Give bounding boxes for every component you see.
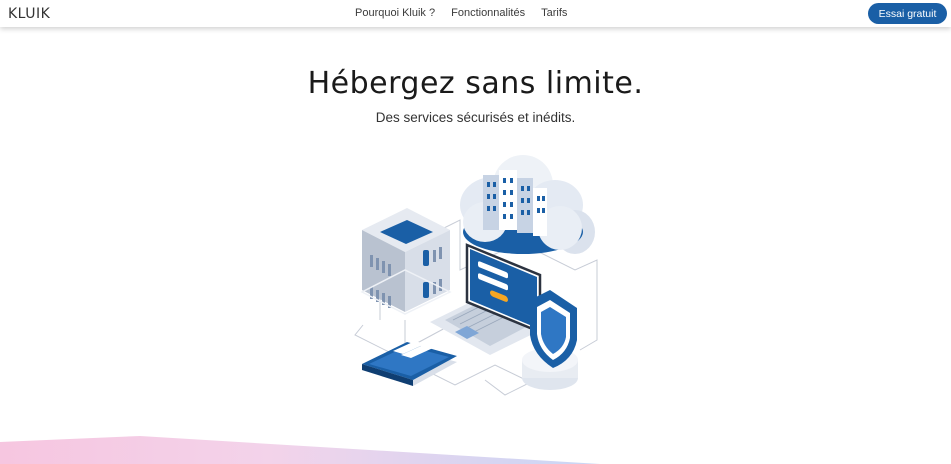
navbar: KLUIK Pourquoi Kluik ? Fonctionnalités T… [0,0,951,27]
shield-icon [522,290,578,390]
server-icon [360,208,452,315]
decorative-gradient-band [0,436,600,464]
hosting-illustration [354,155,598,396]
nav-link-fonctionnalites[interactable]: Fonctionnalités [451,7,525,19]
hero-title: Hébergez sans limite. [307,66,644,101]
nav-link-tarifs[interactable]: Tarifs [541,7,567,19]
cloud-icon [460,155,595,254]
brand-logo[interactable]: KLUIK [8,6,50,22]
nav-links: Pourquoi Kluik ? Fonctionnalités Tarifs [355,7,567,19]
nav-link-pourquoi[interactable]: Pourquoi Kluik ? [355,7,435,19]
hero-subtitle: Des services sécurisés et inédits. [375,110,576,125]
free-trial-button[interactable]: Essai gratuit [868,3,947,24]
